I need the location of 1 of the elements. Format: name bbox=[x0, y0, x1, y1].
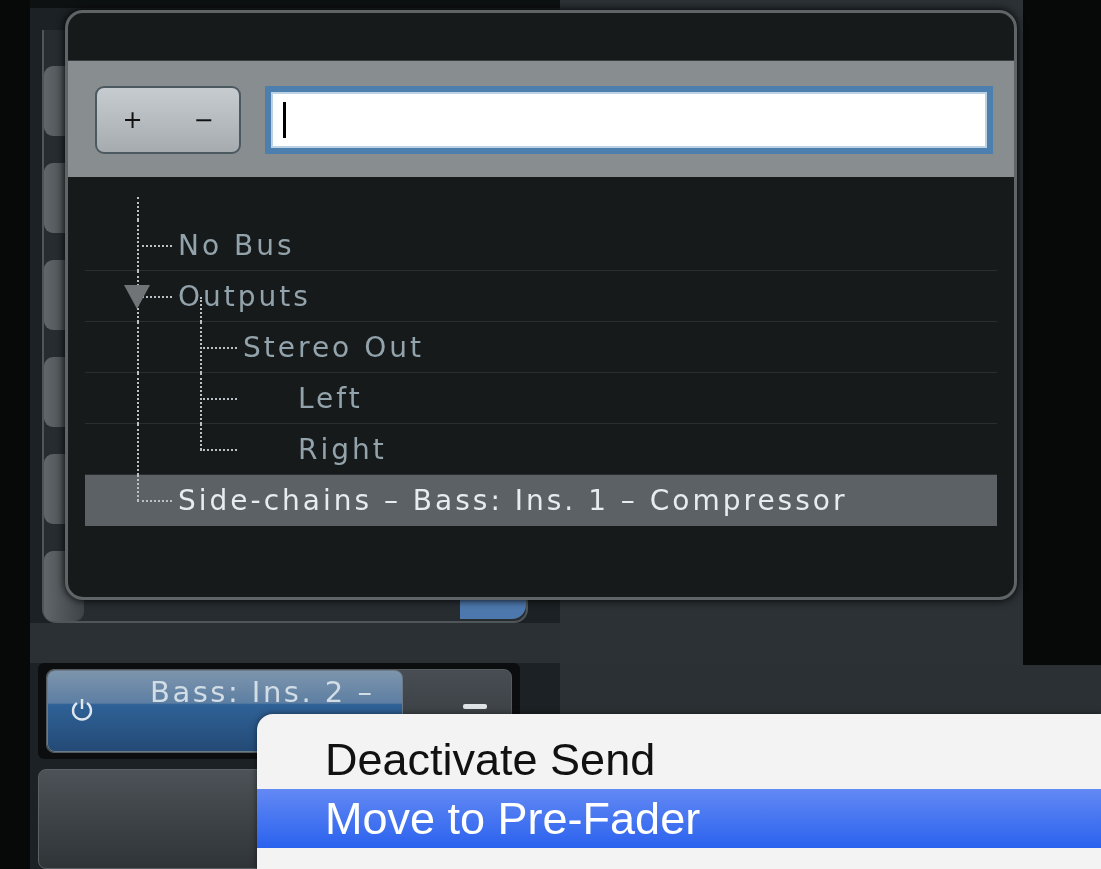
send-label: Bass: Ins. 2 – bbox=[150, 675, 375, 709]
